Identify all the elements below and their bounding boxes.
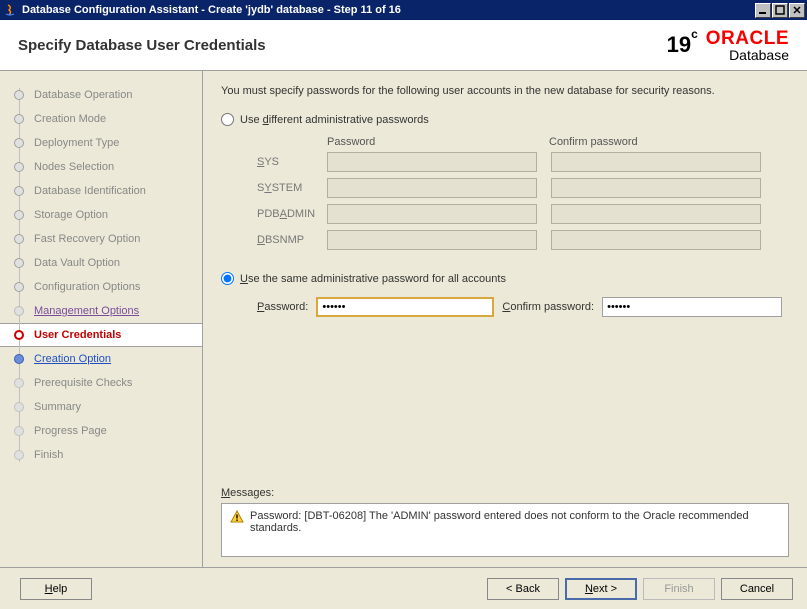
dbsnmp-password-input	[327, 230, 537, 250]
same-password-row: Password: Confirm password:	[257, 297, 789, 317]
account-password-grid: Password Confirm password SYS SYSTEM PDB…	[257, 136, 789, 256]
message-text: Password: [DBT-06208] The 'ADMIN' passwo…	[250, 510, 780, 534]
sidebar-item-deployment: Deployment Type	[0, 131, 202, 155]
radio-different-input[interactable]	[221, 113, 234, 126]
page-title: Specify Database User Credentials	[18, 37, 266, 54]
pdbadmin-password-input	[327, 204, 537, 224]
finish-button: Finish	[643, 578, 715, 600]
label-pdbadmin: PDBADMIN	[257, 208, 327, 220]
sidebar-item-db-operation: Database Operation	[0, 83, 202, 107]
password-label: Password:	[257, 301, 308, 313]
java-icon	[2, 2, 18, 18]
radio-different-label: Use different administrative passwords	[240, 114, 429, 126]
radio-different-passwords[interactable]: Use different administrative passwords	[221, 113, 789, 126]
row-sys: SYS	[257, 152, 789, 172]
footer: Help < Back Next > Finish Cancel	[0, 567, 807, 609]
sidebar-item-summary: Summary	[0, 395, 202, 419]
main-panel: You must specify passwords for the follo…	[203, 71, 807, 567]
sidebar-item-data-vault: Data Vault Option	[0, 251, 202, 275]
sidebar-item-fast-recovery: Fast Recovery Option	[0, 227, 202, 251]
col-confirm-header: Confirm password	[549, 136, 771, 148]
sidebar: Database Operation Creation Mode Deploym…	[0, 71, 203, 567]
intro-text: You must specify passwords for the follo…	[221, 85, 789, 97]
sidebar-item-nodes: Nodes Selection	[0, 155, 202, 179]
oracle-logo: 19c ORACLE Database	[667, 28, 789, 63]
password-input[interactable]	[316, 297, 494, 317]
sidebar-item-user-credentials[interactable]: User Credentials	[0, 323, 202, 347]
row-pdbadmin: PDBADMIN	[257, 204, 789, 224]
titlebar: Database Configuration Assistant - Creat…	[0, 0, 807, 20]
sidebar-item-finish: Finish	[0, 443, 202, 467]
sidebar-item-storage: Storage Option	[0, 203, 202, 227]
confirm-label: Confirm password:	[502, 301, 594, 313]
cancel-button[interactable]: Cancel	[721, 578, 793, 600]
system-password-input	[327, 178, 537, 198]
minimize-button[interactable]	[755, 3, 771, 18]
sidebar-item-creation-mode: Creation Mode	[0, 107, 202, 131]
radio-same-input[interactable]	[221, 272, 234, 285]
radio-same-password[interactable]: Use the same administrative password for…	[221, 272, 789, 285]
messages-box: Password: [DBT-06208] The 'ADMIN' passwo…	[221, 503, 789, 557]
back-button[interactable]: < Back	[487, 578, 559, 600]
warning-icon	[230, 510, 244, 524]
sidebar-item-progress: Progress Page	[0, 419, 202, 443]
sys-password-input	[327, 152, 537, 172]
radio-same-label: Use the same administrative password for…	[240, 273, 506, 285]
sidebar-item-mgmt-options[interactable]: Management Options	[0, 299, 202, 323]
help-button[interactable]: Help	[20, 578, 92, 600]
sidebar-item-db-id: Database Identification	[0, 179, 202, 203]
pdbadmin-confirm-input	[551, 204, 761, 224]
next-button[interactable]: Next >	[565, 578, 637, 600]
close-button[interactable]	[789, 3, 805, 18]
row-dbsnmp: DBSNMP	[257, 230, 789, 250]
label-sys: SYS	[257, 156, 327, 168]
dbsnmp-confirm-input	[551, 230, 761, 250]
version-number: 19	[667, 32, 691, 57]
col-password-header: Password	[327, 136, 549, 148]
label-system: SYSTEM	[257, 182, 327, 194]
sys-confirm-input	[551, 152, 761, 172]
label-dbsnmp: DBSNMP	[257, 234, 327, 246]
sidebar-item-prereq: Prerequisite Checks	[0, 371, 202, 395]
confirm-password-input[interactable]	[602, 297, 782, 317]
sidebar-item-config-options: Configuration Options	[0, 275, 202, 299]
window-title: Database Configuration Assistant - Creat…	[22, 4, 755, 16]
sidebar-item-creation-option[interactable]: Creation Option	[0, 347, 202, 371]
system-confirm-input	[551, 178, 761, 198]
row-system: SYSTEM	[257, 178, 789, 198]
maximize-button[interactable]	[772, 3, 788, 18]
version-suffix: c	[691, 27, 698, 41]
brand-text: ORACLE	[706, 28, 789, 49]
messages-label: Messages:	[221, 487, 789, 499]
header: Specify Database User Credentials 19c OR…	[0, 20, 807, 71]
